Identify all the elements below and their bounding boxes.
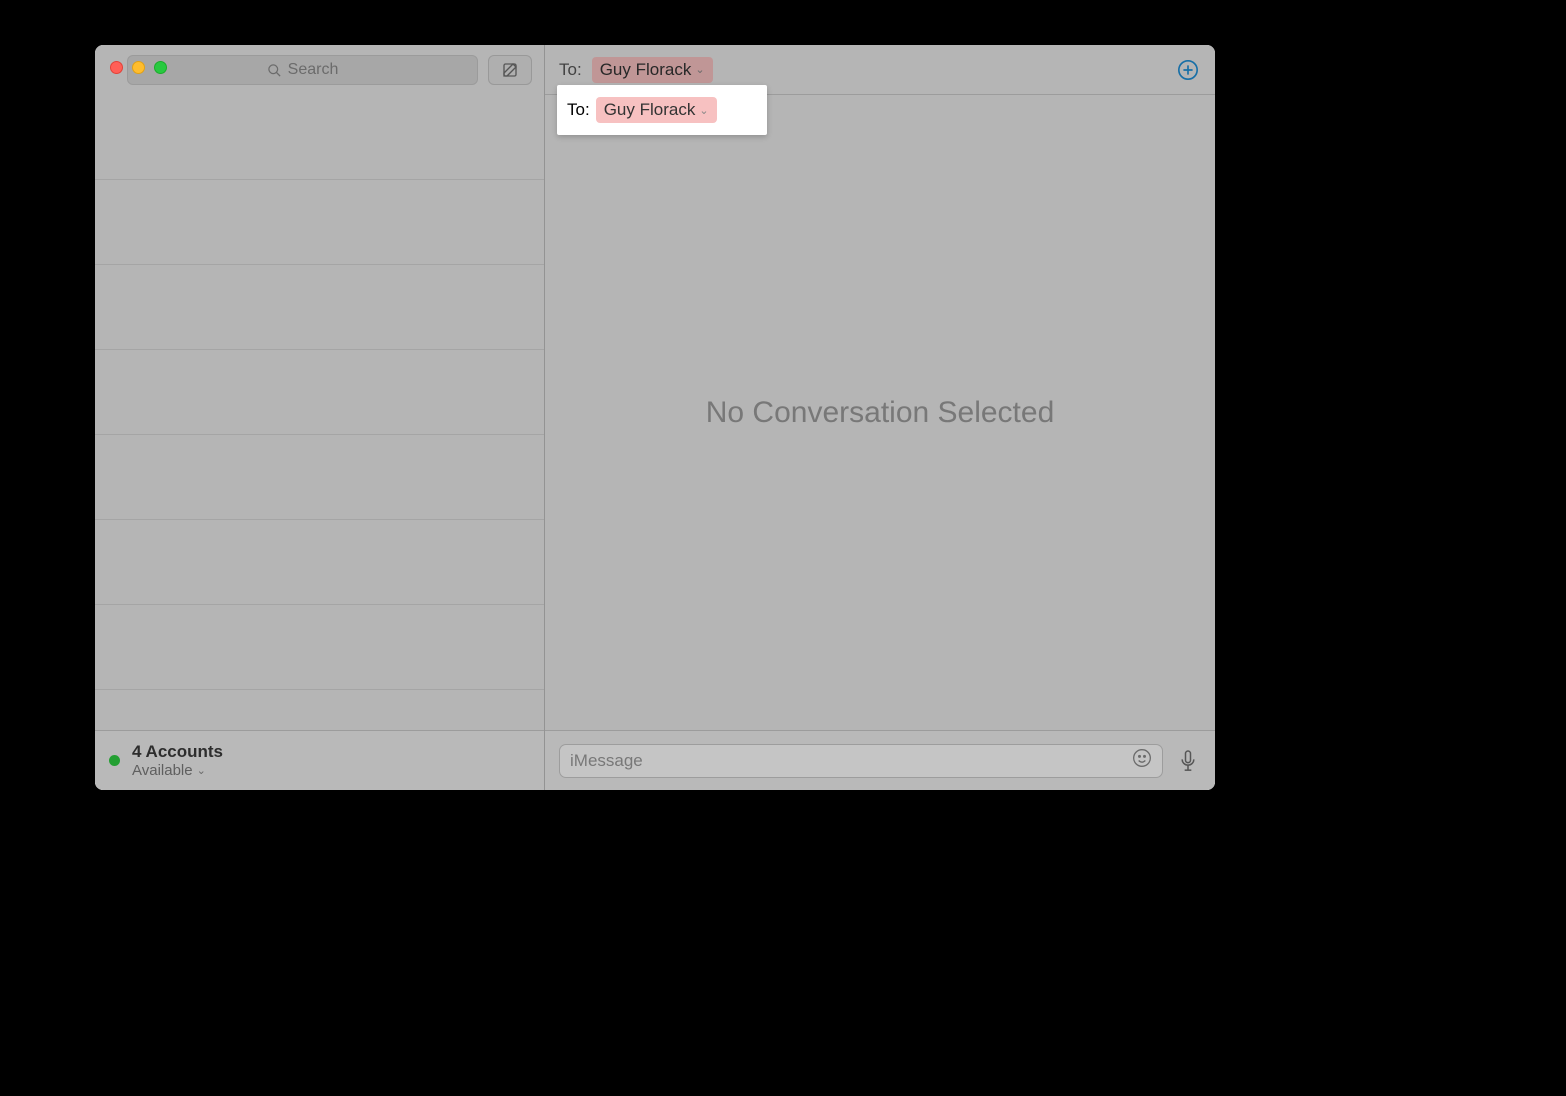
to-label: To:: [567, 100, 590, 120]
chevron-down-icon: ⌄: [197, 764, 206, 777]
conversation-list: [95, 95, 544, 730]
recipient-name: Guy Florack: [600, 60, 692, 80]
maximize-button[interactable]: [154, 61, 167, 74]
chevron-down-icon: ⌄: [699, 104, 708, 117]
to-label: To:: [559, 60, 582, 80]
footer-text: 4 Accounts Available ⌄: [132, 742, 223, 779]
add-recipient-button[interactable]: [1175, 57, 1201, 83]
dictation-button[interactable]: [1175, 748, 1201, 774]
empty-state-text: No Conversation Selected: [706, 396, 1055, 430]
search-input[interactable]: Search: [127, 55, 478, 85]
sidebar: Search 4 Accounts Available: [95, 45, 545, 790]
list-item[interactable]: [95, 435, 544, 520]
list-item[interactable]: [95, 350, 544, 435]
recipient-name: Guy Florack: [604, 100, 696, 120]
compose-bar: iMessage: [545, 730, 1215, 790]
highlight-region: To: Guy Florack ⌄: [557, 85, 767, 135]
message-placeholder: iMessage: [570, 751, 643, 771]
list-item[interactable]: [95, 95, 544, 180]
status-label: Available: [132, 762, 193, 779]
search-icon: [267, 63, 282, 78]
empty-state: No Conversation Selected: [545, 95, 1215, 730]
status-dropdown[interactable]: Available ⌄: [132, 762, 223, 779]
chevron-down-icon: ⌄: [695, 63, 704, 76]
compose-icon: [501, 61, 519, 79]
message-input[interactable]: iMessage: [559, 744, 1163, 778]
list-item[interactable]: [95, 265, 544, 350]
recipient-pill[interactable]: Guy Florack ⌄: [596, 97, 717, 123]
messages-window: Search 4 Accounts Available: [95, 45, 1215, 790]
list-item[interactable]: [95, 520, 544, 605]
search-placeholder: Search: [288, 61, 339, 79]
sidebar-footer: 4 Accounts Available ⌄: [95, 730, 544, 790]
microphone-icon: [1178, 749, 1198, 773]
emoji-picker-button[interactable]: [1132, 748, 1152, 773]
accounts-label: 4 Accounts: [132, 742, 223, 762]
close-button[interactable]: [110, 61, 123, 74]
plus-circle-icon: [1177, 59, 1199, 81]
status-indicator-icon: [109, 755, 120, 766]
compose-button[interactable]: [488, 55, 532, 85]
list-item[interactable]: [95, 180, 544, 265]
main-panel: To: Guy Florack ⌄ No Conversation Select…: [545, 45, 1215, 790]
smiley-icon: [1132, 748, 1152, 768]
window-controls: [110, 61, 167, 74]
minimize-button[interactable]: [132, 61, 145, 74]
recipient-pill[interactable]: Guy Florack ⌄: [592, 57, 713, 83]
list-item[interactable]: [95, 605, 544, 690]
